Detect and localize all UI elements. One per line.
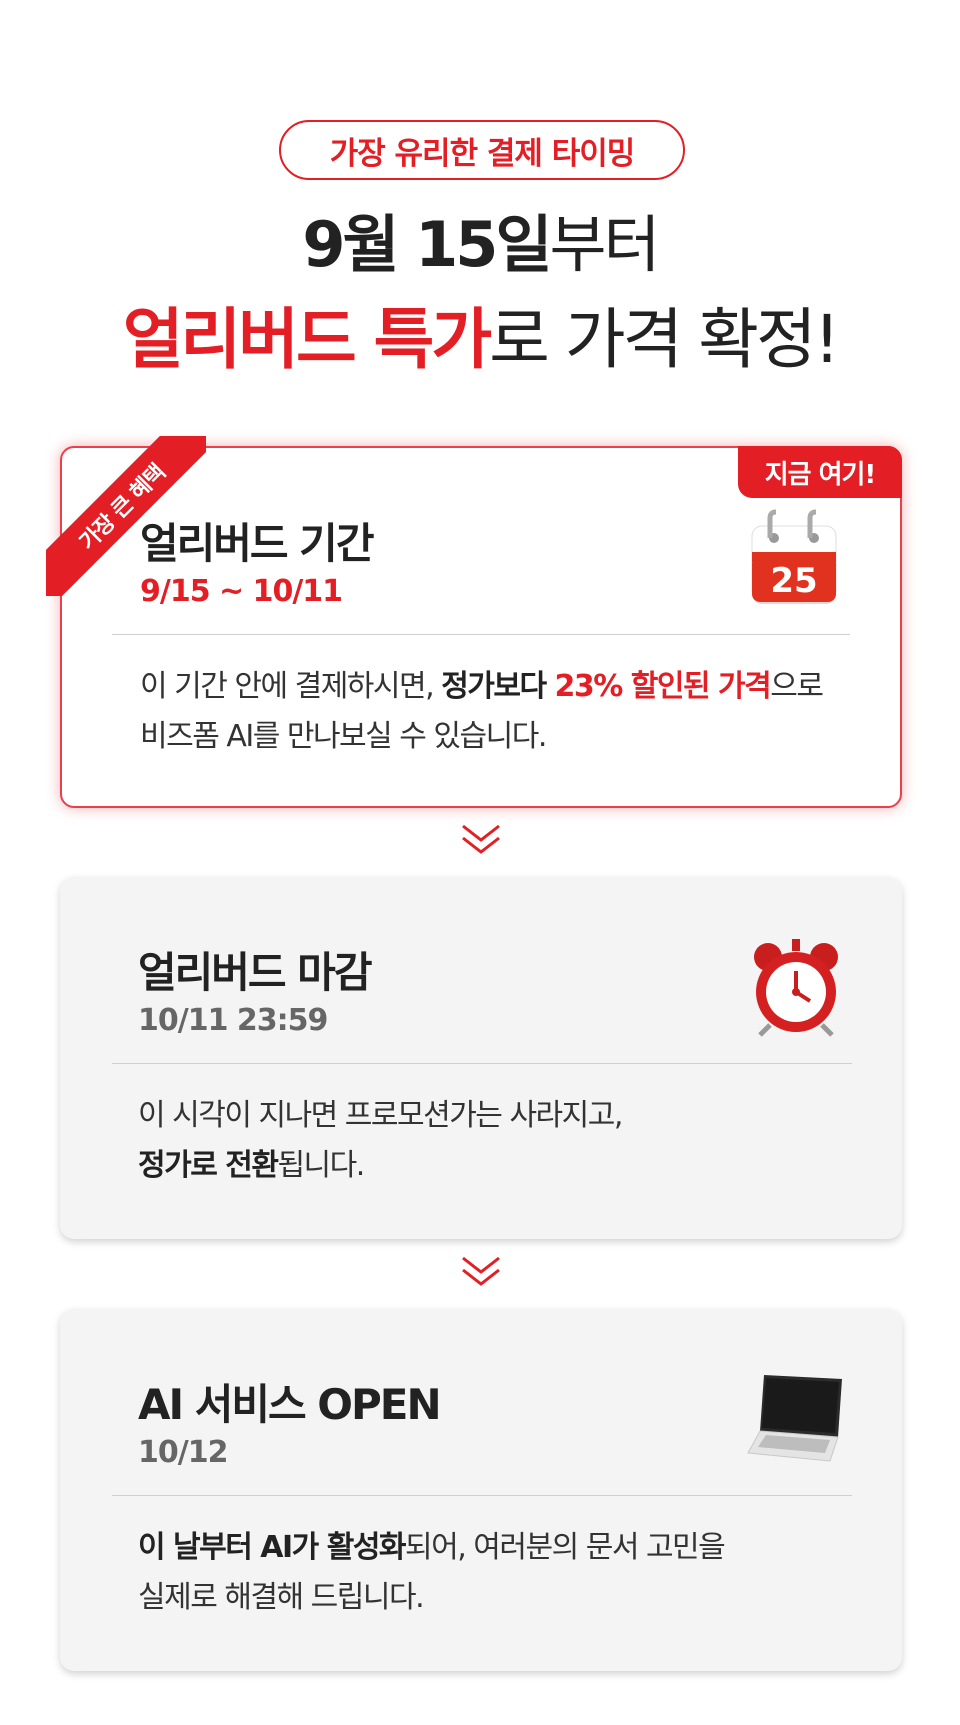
desc-text: 이 기간 안에 결제하시면, [140,669,442,704]
headline-offer: 얼리버드 특가로 가격 확정! [0,298,960,382]
laptop-icon [747,1375,842,1462]
desc-text: 되어, 여러분의 문서 고민을 [405,1530,726,1565]
step-date: 10/11 23:59 [138,1003,328,1038]
step-card-earlybird-period: 가장 큰 혜택 지금 여기! 얼리버드 기간 9/15 ~ 10/11 25 이… [46,436,902,808]
desc-text: 됩니다. [277,1148,365,1183]
desc-strong: 정가로 전환 [138,1148,279,1183]
headline-date: 9월 15일부터 [0,205,960,285]
calendar-day-number: 25 [770,561,817,601]
step-description: 이 날부터 AI가 활성화되어, 여러분의 문서 고민을 실제로 해결해 드립니… [138,1523,862,1623]
step-card-earlybird-deadline: 얼리버드 마감 10/11 23:59 이 시각이 지나면 프로모션가는 사라지… [60,877,902,1239]
calendar-icon: 25 [751,509,837,604]
desc-text: 으로 [770,669,824,704]
current-step-tag: 지금 여기! [738,446,902,498]
headline-date-rest: 부터 [549,208,661,281]
desc-text: 비즈폼 AI를 만나보실 수 있습니다. [140,719,547,754]
alarm-clock-icon [754,939,838,1037]
step-description: 이 기간 안에 결제하시면, 정가보다 23% 할인된 가격으로 비즈폼 AI를… [140,662,860,762]
chevron-down-icon [462,824,500,854]
step-card-ai-open: AI 서비스 OPEN 10/12 이 날부터 AI가 활성화되어, 여러분의 … [60,1309,902,1671]
timing-pill-badge: 가장 유리한 결제 타이밍 [279,120,685,180]
step-date: 10/12 [138,1435,228,1470]
card-divider [112,1495,852,1496]
headline-offer-red: 얼리버드 특가 [122,301,492,378]
card-divider [112,634,850,635]
step-description: 이 시각이 지나면 프로모션가는 사라지고, 정가로 전환됩니다. [138,1091,862,1191]
headline-offer-rest: 로 가격 확정! [489,301,840,378]
desc-strong: 정가보다 [441,669,555,704]
chevron-down-icon [462,1256,500,1286]
card-divider [112,1063,852,1064]
desc-text: 실제로 해결해 드립니다. [138,1580,425,1615]
desc-text: 이 시각이 지나면 프로모션가는 사라지고, [138,1098,623,1133]
desc-strong: 이 날부터 AI가 활성화 [138,1530,407,1565]
desc-discount-highlight: 23% 할인된 가격 [554,669,772,704]
step-title: 얼리버드 기간 [140,519,374,568]
step-title: AI 서비스 OPEN [138,1380,442,1429]
step-title: 얼리버드 마감 [138,948,372,997]
headline-date-bold: 9월 15일 [302,208,552,281]
step-date: 9/15 ~ 10/11 [140,574,343,609]
